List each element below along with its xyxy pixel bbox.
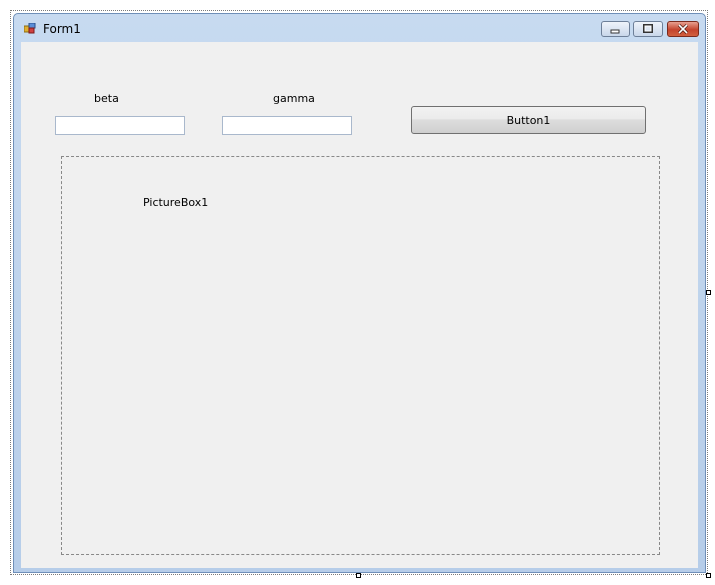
beta-textbox[interactable] (55, 116, 185, 135)
close-icon (677, 23, 689, 35)
maximize-button[interactable] (633, 21, 663, 37)
button1[interactable]: Button1 (411, 106, 646, 134)
gamma-textbox[interactable] (222, 116, 352, 135)
minimize-icon (610, 29, 620, 34)
maximize-icon (643, 24, 653, 33)
close-button[interactable] (667, 21, 699, 37)
form-client-area: beta gamma Button1 PictureBox1 (21, 42, 698, 568)
resize-handle-corner[interactable] (706, 573, 711, 578)
minimize-button[interactable] (601, 21, 630, 37)
resize-handle-bottom[interactable] (356, 573, 361, 578)
beta-label: beta (94, 92, 119, 105)
resize-handle-right[interactable] (706, 290, 711, 295)
form-window: Form1 beta gamma Button1 PictureBox1 (13, 13, 706, 573)
picturebox[interactable]: PictureBox1 (61, 156, 660, 555)
form-app-icon (23, 22, 36, 34)
button1-label: Button1 (506, 113, 551, 127)
picturebox-label: PictureBox1 (143, 196, 209, 209)
gamma-label: gamma (273, 92, 315, 105)
title-bar[interactable]: Form1 (14, 14, 705, 42)
window-title: Form1 (43, 22, 81, 36)
